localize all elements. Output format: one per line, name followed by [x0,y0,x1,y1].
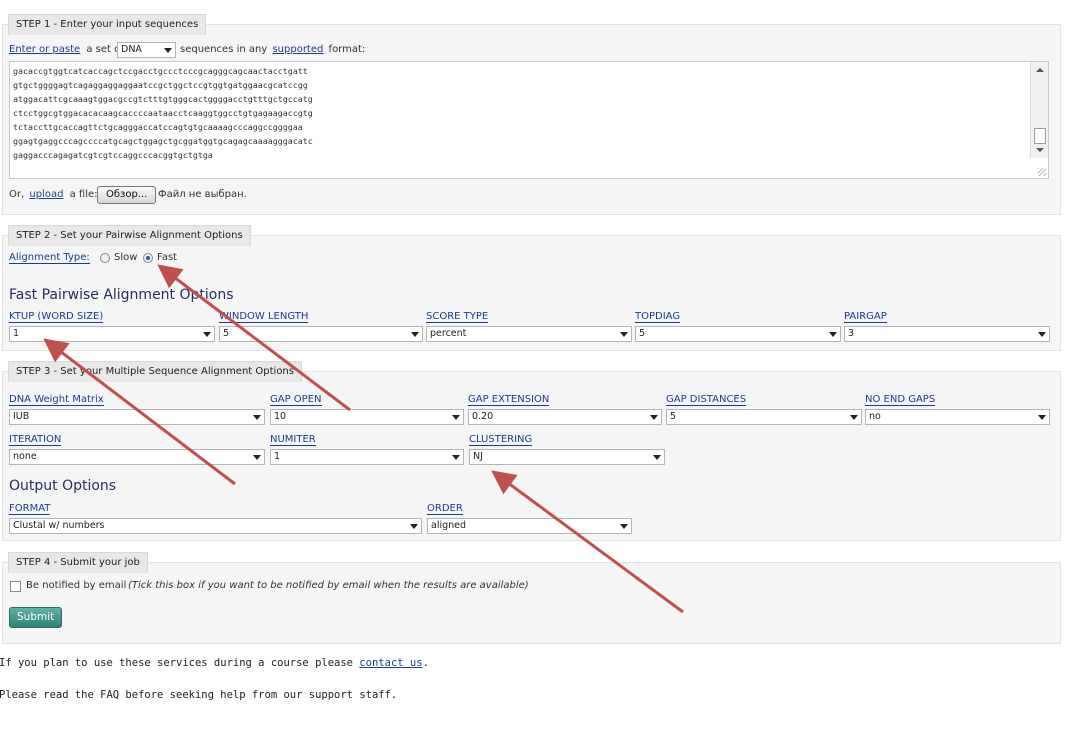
arrow-to-clustering-select [491,470,684,614]
annotation-arrows [43,264,684,614]
arrow-to-ktup-select [43,338,236,486]
arrow-to-fast-radio [157,264,351,412]
